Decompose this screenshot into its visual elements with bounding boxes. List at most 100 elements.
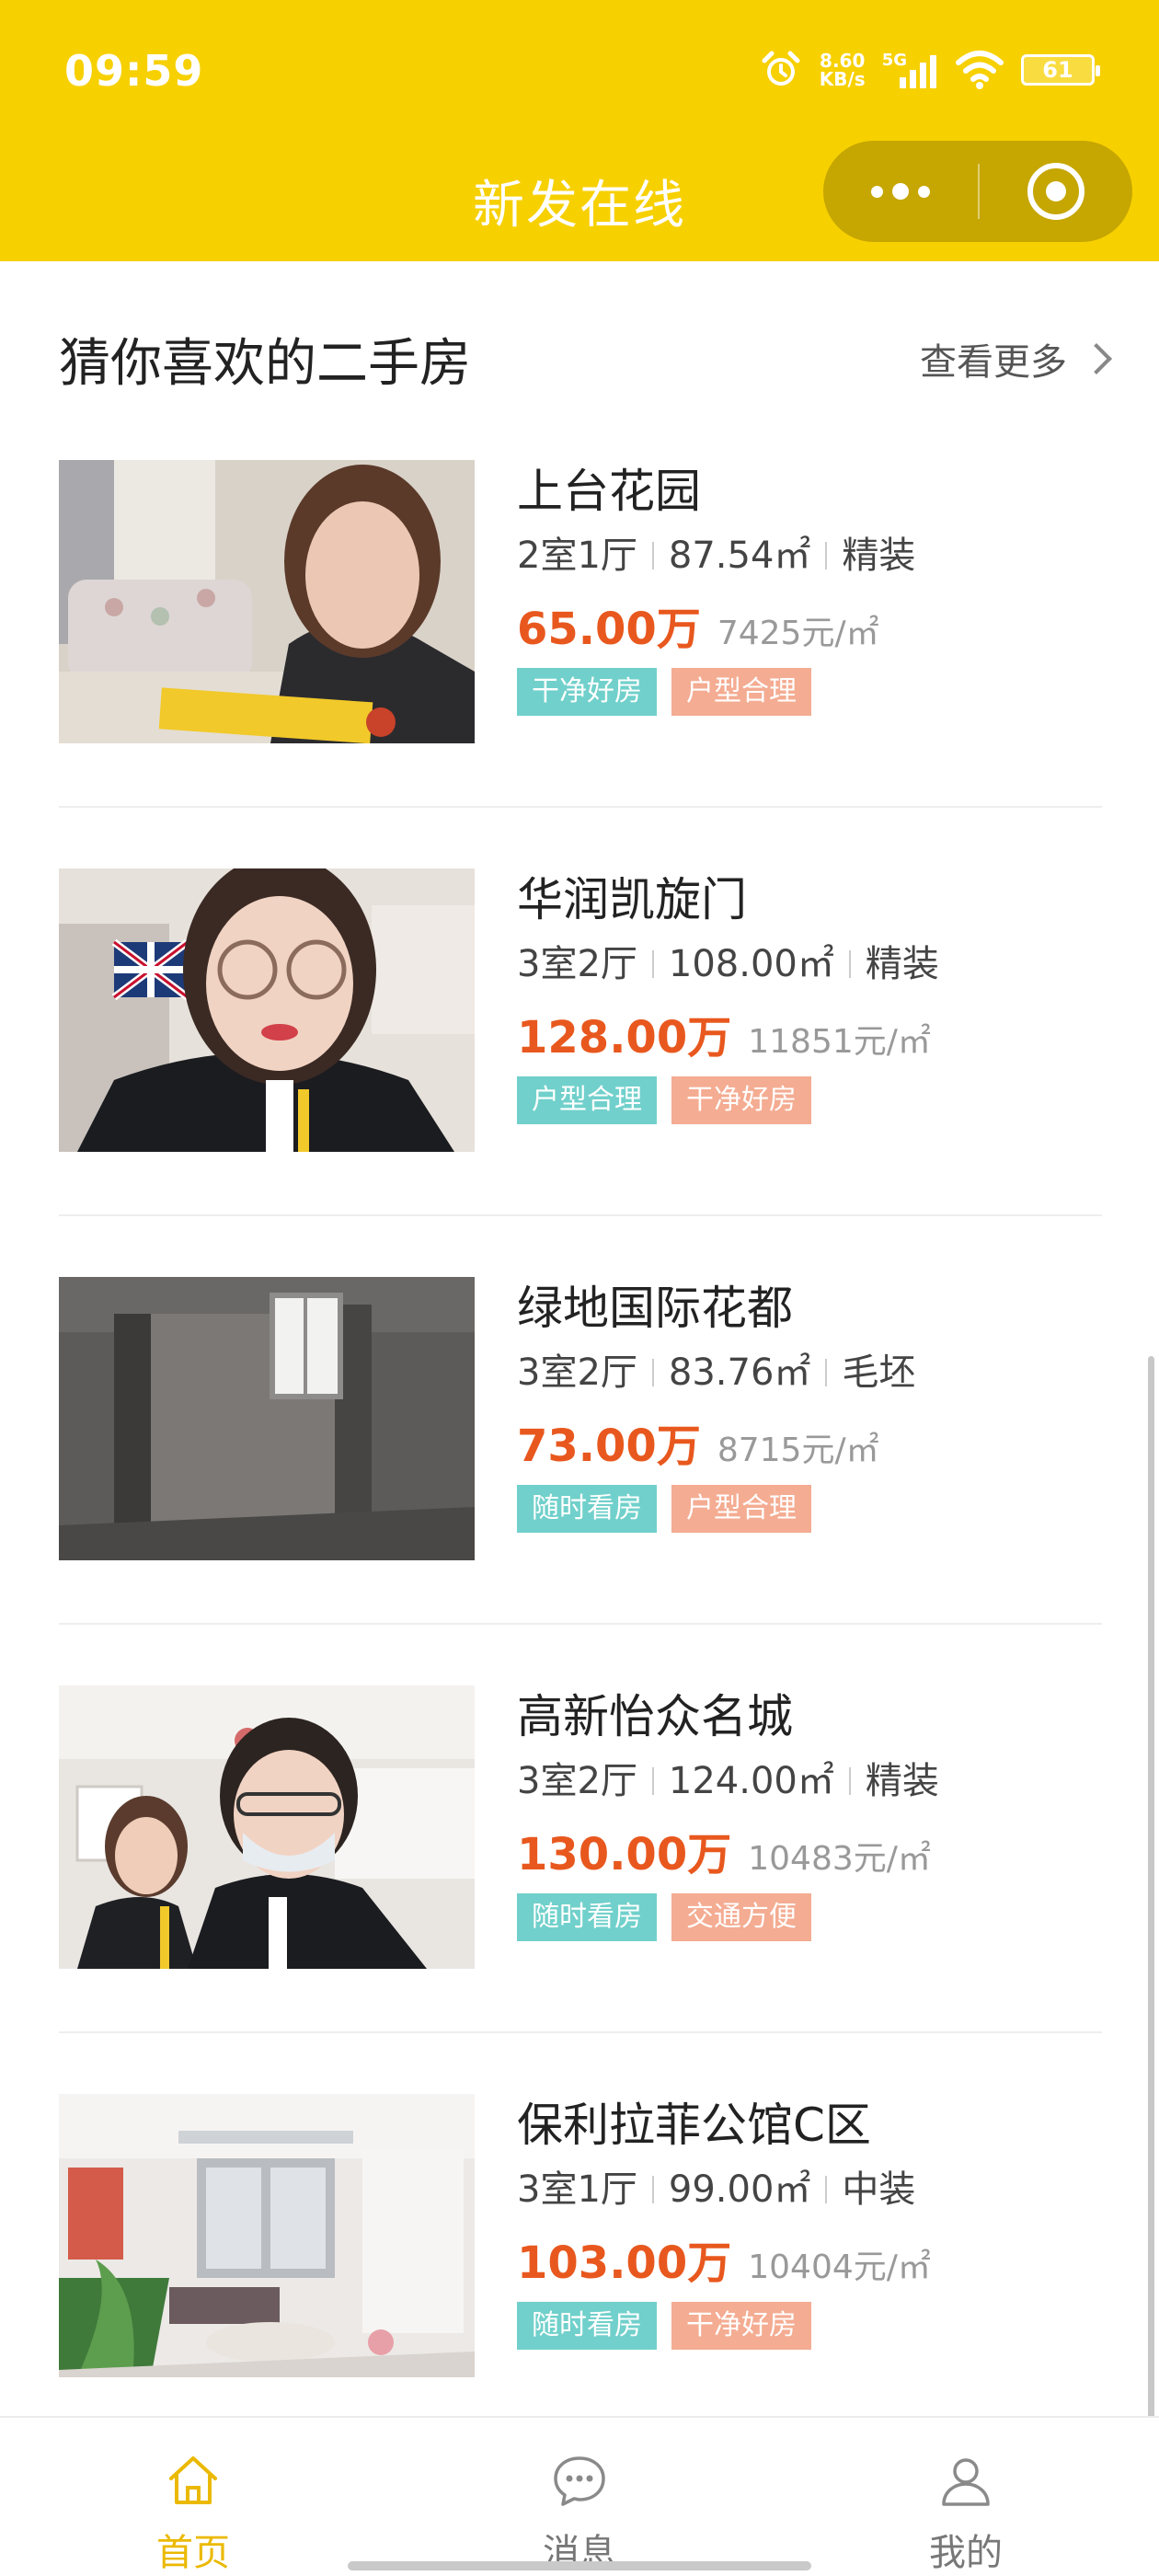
listing-info: 华润凯旋门 3室2厅 108.00㎡ 精装 128.00万 11851元/㎡ 户…: [517, 868, 1102, 1124]
listing-price-row: 65.00万 7425元/㎡: [517, 592, 1102, 655]
listing-item[interactable]: 华润凯旋门 3室2厅 108.00㎡ 精装 128.00万 11851元/㎡ 户…: [59, 868, 1102, 1154]
listing-tag: 随时看房: [517, 1893, 657, 1941]
listing-unit-price: 7425元/㎡: [717, 615, 879, 652]
listing-divider: [59, 1623, 1102, 1625]
listing-unit-price: 11851元/㎡: [748, 1023, 931, 1061]
listing-item[interactable]: 保利拉菲公馆C区 3室1厅 99.00㎡ 中装 103.00万 10404元/㎡…: [59, 2094, 1102, 2379]
listing-specs: 3室2厅 124.00㎡ 精装: [517, 1757, 1102, 1805]
listing-divider: [59, 1214, 1102, 1216]
listing-layout: 3室1厅: [517, 2168, 637, 2211]
listing-title: 高新怡众名城: [517, 1690, 793, 1743]
listing-tag: 户型合理: [517, 1076, 657, 1124]
listing-tag: 随时看房: [517, 2302, 657, 2350]
dot: [871, 185, 883, 198]
listing-photo: [59, 460, 475, 743]
spec-divider: [651, 542, 654, 569]
listing-tag: 户型合理: [671, 668, 811, 716]
listing-title: 保利拉菲公馆C区: [517, 2099, 871, 2152]
listing-decoration: 毛坯: [842, 1351, 916, 1394]
listing-specs: 3室1厅 99.00㎡ 中装: [517, 2166, 1102, 2214]
listing-title: 绿地国际花都: [517, 1282, 793, 1335]
spec-divider: [651, 950, 654, 978]
listing-tag: 随时看房: [517, 1485, 657, 1533]
listing-info: 高新怡众名城 3室2厅 124.00㎡ 精装 130.00万 10483元/㎡ …: [517, 1685, 1102, 1941]
listing-divider: [59, 2031, 1102, 2033]
listing-tags: 随时看房 户型合理: [517, 1485, 1102, 1533]
listing-price-row: 130.00万 10483元/㎡: [517, 1818, 1102, 1880]
nav-item-profile[interactable]: 我的: [846, 2418, 1085, 2576]
listing-photo: [59, 1685, 475, 1969]
listing-unit-price: 10483元/㎡: [748, 1840, 931, 1878]
listing-info: 绿地国际花都 3室2厅 83.76㎡ 毛坯 73.00万 8715元/㎡ 随时看…: [517, 1277, 1102, 1533]
listing-title: 华润凯旋门: [517, 873, 747, 926]
listing-item[interactable]: 高新怡众名城 3室2厅 124.00㎡ 精装 130.00万 10483元/㎡ …: [59, 1685, 1102, 1971]
listing-price: 128.00万: [517, 1012, 732, 1064]
listing-specs: 2室1厅 87.54㎡ 精装: [517, 532, 1102, 580]
dot: [918, 185, 930, 198]
status-time: 09:59: [64, 46, 204, 96]
listing-tag: 干净好房: [517, 668, 657, 716]
network-speed-unit: KB/s: [819, 68, 866, 90]
listing-price-row: 128.00万 11851元/㎡: [517, 1001, 1102, 1064]
section-header: 猜你喜欢的二手房 查看更多: [59, 322, 1112, 396]
scrollbar[interactable]: [1148, 1356, 1154, 2432]
listing-decoration: 精装: [865, 1760, 939, 1802]
target-circle-icon[interactable]: [980, 141, 1132, 242]
listing-item[interactable]: 上台花园 2室1厅 87.54㎡ 精装 65.00万 7425元/㎡ 干净好房 …: [59, 460, 1102, 745]
home-indicator[interactable]: [348, 2561, 811, 2570]
listing-price-row: 73.00万 8715元/㎡: [517, 1409, 1102, 1472]
listing-tag: 户型合理: [671, 1485, 811, 1533]
target-dot: [1046, 181, 1066, 201]
alarm-icon: [759, 48, 803, 92]
battery-level: 61: [1042, 57, 1073, 83]
signal-5g-icon: 5G: [882, 50, 938, 90]
listing-price: 130.00万: [517, 1829, 732, 1880]
spec-divider: [848, 950, 851, 978]
battery-icon: 61: [1021, 54, 1100, 86]
listing-price-row: 103.00万 10404元/㎡: [517, 2226, 1102, 2289]
listing-photo: [59, 868, 475, 1152]
dot: [892, 183, 909, 200]
listing-price: 103.00万: [517, 2237, 732, 2289]
section-title: 猜你喜欢的二手房: [59, 333, 471, 394]
listing-tags: 随时看房 干净好房: [517, 2302, 1102, 2350]
listing-info: 上台花园 2室1厅 87.54㎡ 精装 65.00万 7425元/㎡ 干净好房 …: [517, 460, 1102, 716]
listing-layout: 2室1厅: [517, 535, 637, 577]
spec-divider: [825, 542, 828, 569]
nav-item-home[interactable]: 首页: [74, 2418, 313, 2576]
nav-label-profile: 我的: [929, 2532, 1003, 2574]
listing-tag: 干净好房: [671, 1076, 811, 1124]
chevron-right-icon: [1081, 343, 1112, 374]
mini-program-capsule: [823, 141, 1132, 242]
listing-decoration: 精装: [842, 535, 916, 577]
listing-info: 保利拉菲公馆C区 3室1厅 99.00㎡ 中装 103.00万 10404元/㎡…: [517, 2094, 1102, 2350]
nav-label-home: 首页: [156, 2532, 230, 2574]
network-speed: 8.60 KB/s: [820, 52, 866, 88]
listing-item[interactable]: 绿地国际花都 3室2厅 83.76㎡ 毛坯 73.00万 8715元/㎡ 随时看…: [59, 1277, 1102, 1562]
see-more-label: 查看更多: [920, 341, 1067, 384]
listing-area: 124.00㎡: [668, 1760, 834, 1802]
nav-item-messages[interactable]: 消息: [460, 2418, 699, 2576]
listing-tags: 随时看房 交通方便: [517, 1893, 1102, 1941]
listing-area: 99.00㎡: [668, 2168, 811, 2211]
home-icon: [169, 2456, 217, 2504]
page: 09:59 8.60 KB/s 5G 61 新发在线 猜你喜欢的二手房 查看更多…: [0, 0, 1159, 2576]
listing-unit-price: 8715元/㎡: [717, 1432, 879, 1469]
listing-tags: 户型合理 干净好房: [517, 1076, 1102, 1124]
more-dots-icon[interactable]: [823, 141, 978, 242]
listing-unit-price: 10404元/㎡: [748, 2248, 931, 2286]
listing-layout: 3室2厅: [517, 1760, 637, 1802]
listing-area: 87.54㎡: [668, 535, 811, 577]
listing-price: 65.00万: [517, 604, 701, 655]
listing-decoration: 精装: [865, 943, 939, 985]
listing-tag: 交通方便: [671, 1893, 811, 1941]
bottom-nav: 首页 消息 我的: [0, 2416, 1159, 2576]
see-more-link[interactable]: 查看更多: [920, 332, 1112, 385]
chat-icon: [554, 2456, 605, 2506]
listing-tag: 干净好房: [671, 2302, 811, 2350]
listing-decoration: 中装: [842, 2168, 916, 2211]
spec-divider: [825, 1359, 828, 1386]
listing-specs: 3室2厅 83.76㎡ 毛坯: [517, 1349, 1102, 1397]
spec-divider: [651, 1767, 654, 1795]
spec-divider: [848, 1767, 851, 1795]
